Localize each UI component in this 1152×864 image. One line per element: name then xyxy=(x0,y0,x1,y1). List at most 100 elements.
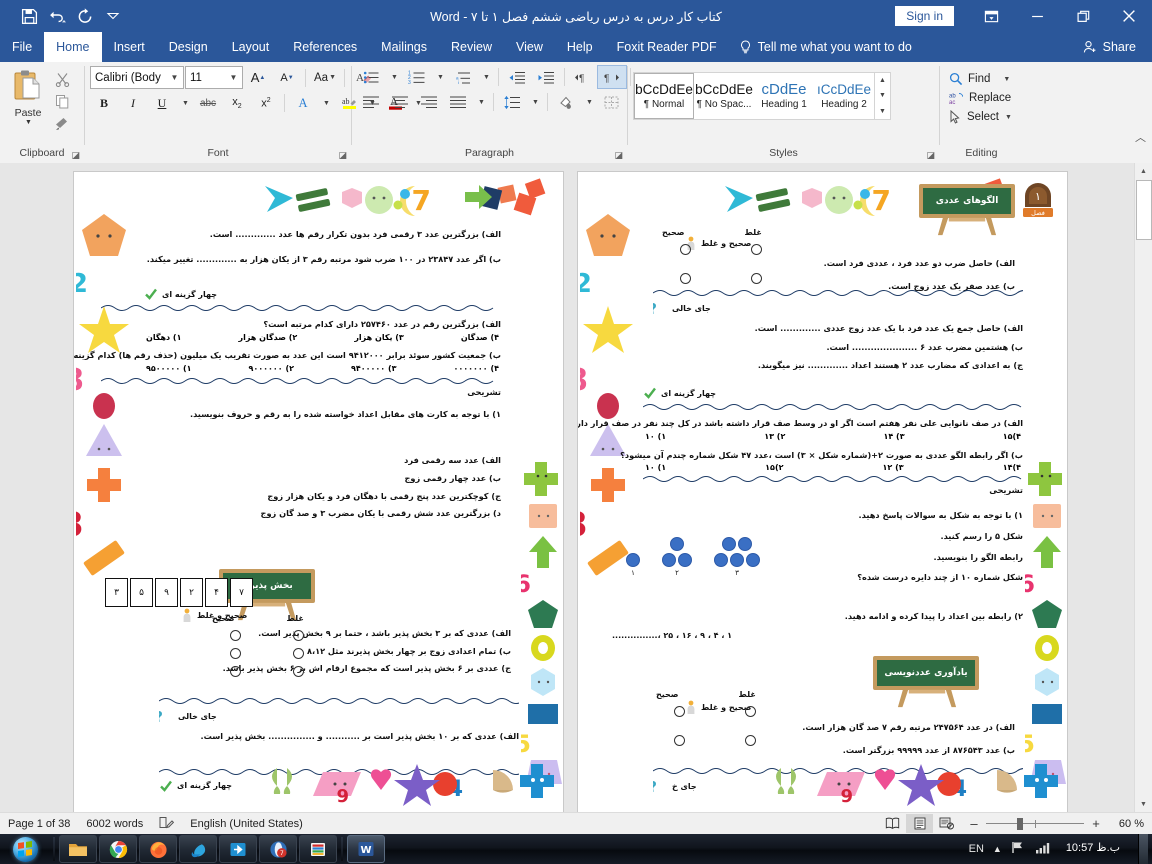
styles-dialog-launcher[interactable]: ◪ xyxy=(926,148,935,163)
align-right-icon[interactable] xyxy=(415,91,443,113)
zoom-in-button[interactable]: + xyxy=(1090,816,1102,831)
increase-indent-icon[interactable] xyxy=(532,66,560,88)
vertical-scrollbar[interactable]: ▲ ▼ xyxy=(1134,163,1152,813)
language-status[interactable]: English (United States) xyxy=(190,818,303,830)
tf-radio-correct[interactable] xyxy=(673,706,685,717)
tf-radio-wrong[interactable] xyxy=(744,706,756,717)
tell-me-search[interactable]: Tell me what you want to do xyxy=(729,32,922,62)
collapse-ribbon-icon[interactable]: ︿ xyxy=(1135,129,1146,145)
taskbar-opera[interactable]: 7 xyxy=(259,835,297,863)
tf-radio-wrong[interactable] xyxy=(292,630,304,641)
style-heading-2[interactable]: ıCcDdEe Heading 2 xyxy=(814,73,874,119)
minimize-button[interactable] xyxy=(1014,0,1060,32)
replace-button[interactable]: ab ac Replace xyxy=(945,89,1018,107)
tf-radio-correct[interactable] xyxy=(679,273,691,284)
show-hidden-icons[interactable]: ▲ xyxy=(993,844,1002,854)
tab-review[interactable]: Review xyxy=(439,32,504,62)
undo-icon[interactable] xyxy=(44,4,70,28)
sign-in-button[interactable]: Sign in xyxy=(895,6,954,26)
style-no-spacing[interactable]: bCcDdEe ¶ No Spac... xyxy=(694,73,754,119)
shading-chevron-down-icon[interactable]: ▼ xyxy=(581,91,597,113)
justify-icon[interactable] xyxy=(444,91,472,113)
underline-chevron-down-icon[interactable]: ▼ xyxy=(177,92,193,114)
select-button[interactable]: Select ▼ xyxy=(945,108,1018,126)
styles-scroll-up-icon[interactable]: ▲ xyxy=(875,73,890,88)
tray-language-indicator[interactable]: EN xyxy=(969,843,984,855)
read-mode-button[interactable] xyxy=(879,814,906,833)
justify-chevron-down-icon[interactable]: ▼ xyxy=(473,91,489,113)
taskbar-internet-explorer[interactable] xyxy=(179,835,217,863)
tab-view[interactable]: View xyxy=(504,32,555,62)
tf-radio-wrong[interactable] xyxy=(744,735,756,746)
tab-layout[interactable]: Layout xyxy=(220,32,282,62)
grow-font-button[interactable]: A ▲ xyxy=(244,67,272,89)
paste-button[interactable]: Paste ▼ xyxy=(5,66,51,126)
tab-mailings[interactable]: Mailings xyxy=(369,32,439,62)
tab-design[interactable]: Design xyxy=(157,32,220,62)
customize-qat-icon[interactable] xyxy=(100,4,126,28)
tf-radio-correct[interactable] xyxy=(673,735,685,746)
font-name-combo[interactable]: Calibri (Body ▼ xyxy=(90,66,184,89)
print-layout-button[interactable] xyxy=(906,814,933,833)
strikethrough-button[interactable]: abc xyxy=(194,92,222,114)
multilevel-chevron-down-icon[interactable]: ▼ xyxy=(478,66,494,88)
clipboard-dialog-launcher[interactable]: ◪ xyxy=(71,148,80,163)
subscript-button[interactable]: x2 xyxy=(223,92,251,114)
right-to-left-icon[interactable]: ¶ xyxy=(597,65,627,89)
tf-radio-wrong[interactable] xyxy=(750,244,762,255)
tf-radio-correct[interactable] xyxy=(229,648,241,659)
numbering-chevron-down-icon[interactable]: ▼ xyxy=(432,66,448,88)
document-canvas[interactable]: 7 2 8 xyxy=(0,163,1152,813)
superscript-button[interactable]: x2 xyxy=(252,92,280,114)
shrink-font-button[interactable]: A ▼ xyxy=(273,67,301,89)
zoom-out-button[interactable]: – xyxy=(968,816,980,831)
italic-button[interactable]: I xyxy=(119,92,147,114)
font-dialog-launcher[interactable]: ◪ xyxy=(338,148,347,163)
style-heading-1[interactable]: cDdEe Heading 1 xyxy=(754,73,814,119)
restore-button[interactable] xyxy=(1060,0,1106,32)
line-spacing-chevron-down-icon[interactable]: ▼ xyxy=(527,91,543,113)
bullets-icon[interactable] xyxy=(357,66,385,88)
word-count-status[interactable]: 6002 words xyxy=(86,818,143,830)
tab-insert[interactable]: Insert xyxy=(102,32,157,62)
taskbar-clock[interactable]: 10:57 ب.ظ xyxy=(1060,842,1129,855)
zoom-slider-thumb[interactable] xyxy=(1017,817,1023,830)
scrollbar-thumb[interactable] xyxy=(1136,180,1152,240)
copy-icon[interactable] xyxy=(51,91,73,111)
taskbar-eject-device[interactable] xyxy=(219,835,257,863)
proofing-icon[interactable] xyxy=(159,816,175,832)
scroll-up-icon[interactable]: ▲ xyxy=(1135,163,1152,180)
bullets-chevron-down-icon[interactable]: ▼ xyxy=(386,66,402,88)
styles-more-icon[interactable]: ▼ xyxy=(875,104,890,119)
web-layout-button[interactable] xyxy=(933,814,960,833)
borders-icon[interactable] xyxy=(598,91,626,113)
tab-help[interactable]: Help xyxy=(555,32,605,62)
format-painter-icon[interactable] xyxy=(51,113,73,133)
align-left-icon[interactable] xyxy=(357,91,385,113)
tab-foxit-reader-pdf[interactable]: Foxit Reader PDF xyxy=(605,32,729,62)
align-center-icon[interactable] xyxy=(386,91,414,113)
change-case-button[interactable]: Aa ▼ xyxy=(310,67,340,89)
numbering-icon[interactable]: 123 xyxy=(403,66,431,88)
tf-radio-correct[interactable] xyxy=(229,666,241,677)
tf-radio-wrong[interactable] xyxy=(292,666,304,677)
multilevel-list-icon[interactable]: ai xyxy=(449,66,477,88)
tf-radio-wrong[interactable] xyxy=(750,273,762,284)
tab-references[interactable]: References xyxy=(281,32,369,62)
cut-icon[interactable] xyxy=(51,69,73,89)
ribbon-display-options-icon[interactable] xyxy=(968,0,1014,32)
find-button[interactable]: Find ▼ xyxy=(945,70,1018,88)
bold-button[interactable]: B xyxy=(90,92,118,114)
text-effects-button[interactable]: A xyxy=(289,92,317,114)
network-icon[interactable] xyxy=(1035,841,1051,857)
scroll-down-icon[interactable]: ▼ xyxy=(1135,796,1152,813)
line-spacing-icon[interactable] xyxy=(498,91,526,113)
page-number-status[interactable]: Page 1 of 38 xyxy=(8,818,70,830)
font-size-combo[interactable]: 11 ▼ xyxy=(185,66,243,89)
shading-icon[interactable] xyxy=(552,91,580,113)
zoom-level-label[interactable]: 60 % xyxy=(1108,818,1144,830)
zoom-slider[interactable] xyxy=(986,817,1084,831)
left-to-right-icon[interactable]: ¶ xyxy=(569,66,597,88)
taskbar-winrar[interactable] xyxy=(299,835,337,863)
decrease-indent-icon[interactable] xyxy=(503,66,531,88)
